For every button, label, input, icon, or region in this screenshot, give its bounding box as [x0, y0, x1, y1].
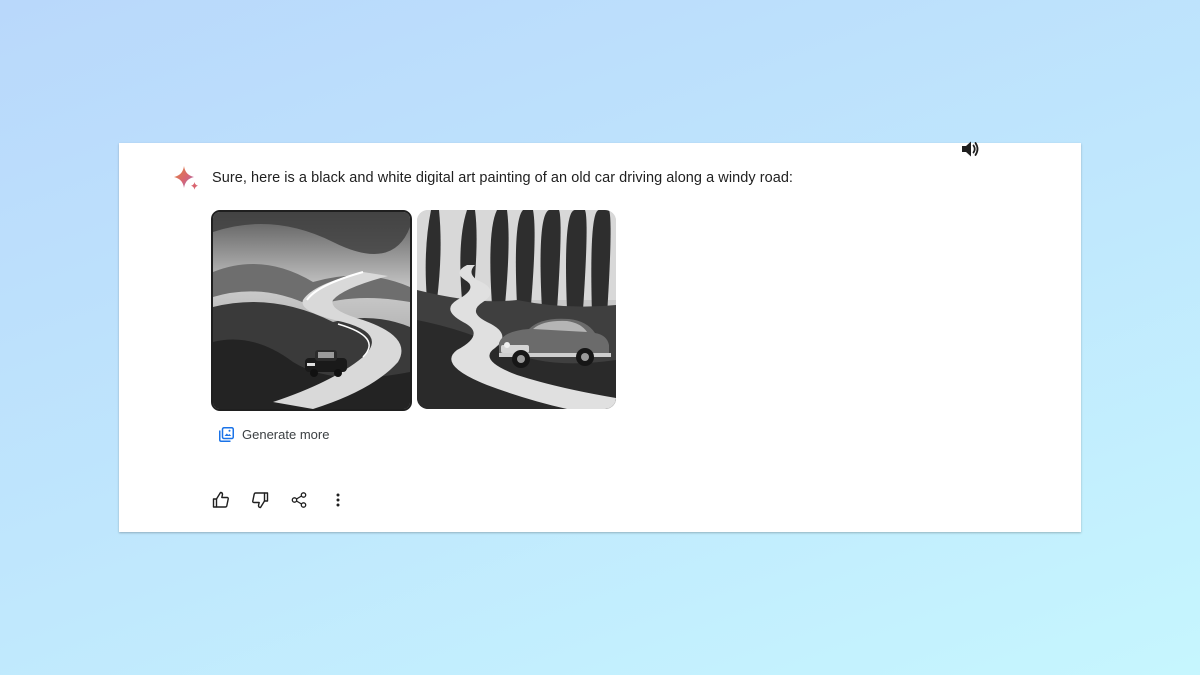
- more-options-button[interactable]: [328, 490, 348, 510]
- generate-images-icon: [219, 426, 234, 442]
- cypress-road-image: [417, 210, 616, 409]
- thumbs-down-button[interactable]: [250, 490, 270, 510]
- gemini-sparkle-icon: [174, 166, 198, 190]
- share-icon: [291, 492, 307, 508]
- generate-more-label: Generate more: [242, 426, 330, 442]
- response-text: Sure, here is a black and white digital …: [212, 170, 794, 186]
- thumbs-down-icon: [252, 492, 269, 509]
- volume-icon: [962, 141, 979, 157]
- road-painting-image: [213, 212, 410, 409]
- share-button[interactable]: [289, 490, 309, 510]
- response-actions: [211, 490, 367, 510]
- more-vert-icon: [336, 493, 340, 507]
- thumbs-up-icon: [212, 491, 229, 508]
- response-card: Sure, here is a black and white digital …: [119, 141, 1081, 532]
- read-aloud-button[interactable]: [959, 139, 981, 159]
- thumbs-up-button[interactable]: [211, 490, 231, 510]
- generated-image-1[interactable]: [211, 210, 412, 411]
- generated-image-2[interactable]: [417, 210, 616, 409]
- generate-more-button[interactable]: Generate more: [219, 423, 329, 445]
